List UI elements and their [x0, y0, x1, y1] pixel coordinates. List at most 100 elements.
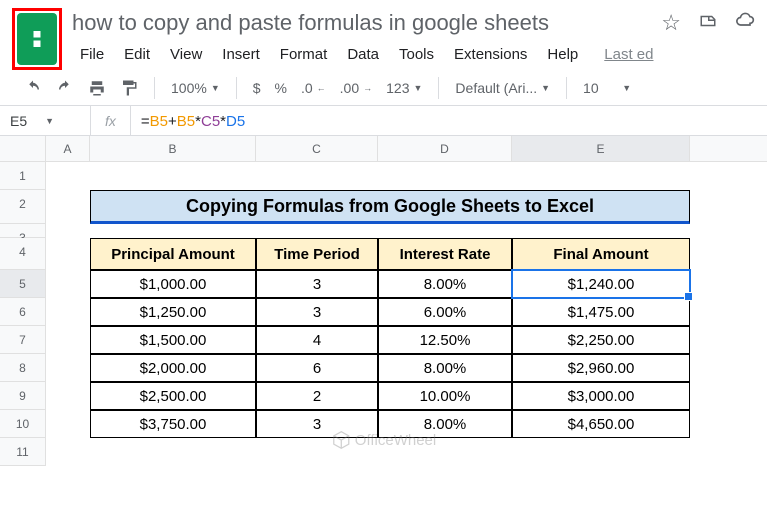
- cell[interactable]: 2: [256, 382, 378, 410]
- cell[interactable]: [512, 438, 690, 466]
- zoom-select[interactable]: 100% ▼: [171, 80, 220, 96]
- cell[interactable]: [90, 438, 256, 466]
- menu-extensions[interactable]: Extensions: [446, 42, 535, 67]
- header-time[interactable]: Time Period: [256, 238, 378, 270]
- cell[interactable]: [46, 326, 90, 354]
- row-header[interactable]: 4: [0, 238, 46, 270]
- cell[interactable]: 8.00%: [378, 270, 512, 298]
- cell[interactable]: [46, 190, 90, 224]
- font-size-select[interactable]: 10 ▼: [583, 80, 631, 96]
- cell[interactable]: 6.00%: [378, 298, 512, 326]
- menu-tools[interactable]: Tools: [391, 42, 442, 67]
- row-header[interactable]: 9: [0, 382, 46, 410]
- row-header[interactable]: 5: [0, 270, 46, 298]
- font-select[interactable]: Default (Ari... ▼: [455, 80, 550, 96]
- redo-icon[interactable]: [56, 79, 74, 97]
- cell[interactable]: [378, 438, 512, 466]
- cell[interactable]: [46, 224, 90, 238]
- cell[interactable]: [46, 354, 90, 382]
- name-box[interactable]: E5▼: [0, 113, 90, 129]
- cell[interactable]: [46, 270, 90, 298]
- selected-cell[interactable]: $1,240.00: [512, 270, 690, 298]
- cell[interactable]: $2,000.00: [90, 354, 256, 382]
- cell[interactable]: [90, 162, 256, 190]
- cell[interactable]: [256, 162, 378, 190]
- cell[interactable]: 3: [256, 410, 378, 438]
- cell[interactable]: $1,250.00: [90, 298, 256, 326]
- undo-icon[interactable]: [24, 79, 42, 97]
- last-edit-link[interactable]: Last ed: [596, 42, 661, 67]
- cell[interactable]: [378, 162, 512, 190]
- formula-input[interactable]: =B5+B5*C5*D5: [131, 112, 255, 130]
- currency-button[interactable]: $: [253, 80, 261, 96]
- cell[interactable]: [46, 238, 90, 270]
- cell[interactable]: 6: [256, 354, 378, 382]
- header-principal[interactable]: Principal Amount: [90, 238, 256, 270]
- cell[interactable]: 4: [256, 326, 378, 354]
- cell[interactable]: 10.00%: [378, 382, 512, 410]
- cell[interactable]: $3,750.00: [90, 410, 256, 438]
- cell[interactable]: $1,500.00: [90, 326, 256, 354]
- menu-insert[interactable]: Insert: [214, 42, 268, 67]
- cell[interactable]: [46, 298, 90, 326]
- row-header[interactable]: 10: [0, 410, 46, 438]
- sheets-logo-icon[interactable]: [17, 13, 57, 65]
- cell[interactable]: [46, 410, 90, 438]
- row-header[interactable]: 2: [0, 190, 46, 224]
- move-icon[interactable]: [699, 10, 717, 36]
- sheet-title-cell[interactable]: Copying Formulas from Google Sheets to E…: [90, 190, 690, 224]
- menu-view[interactable]: View: [162, 42, 210, 67]
- cell[interactable]: 3: [256, 298, 378, 326]
- cell[interactable]: [512, 224, 690, 238]
- fx-label: fx: [90, 106, 131, 135]
- paint-format-icon[interactable]: [120, 79, 138, 97]
- row-header[interactable]: 6: [0, 298, 46, 326]
- cell[interactable]: 3: [256, 270, 378, 298]
- menubar: File Edit View Insert Format Data Tools …: [72, 38, 755, 71]
- header-rate[interactable]: Interest Rate: [378, 238, 512, 270]
- cell[interactable]: [46, 438, 90, 466]
- cell[interactable]: 8.00%: [378, 354, 512, 382]
- cell[interactable]: $4,650.00: [512, 410, 690, 438]
- col-header-d[interactable]: D: [378, 136, 512, 161]
- menu-format[interactable]: Format: [272, 42, 336, 67]
- select-all-corner[interactable]: [0, 136, 46, 161]
- cell[interactable]: $3,000.00: [512, 382, 690, 410]
- print-icon[interactable]: [88, 79, 106, 97]
- cell[interactable]: [46, 162, 90, 190]
- menu-file[interactable]: File: [72, 42, 112, 67]
- row-header[interactable]: 3: [0, 224, 46, 238]
- col-header-a[interactable]: A: [46, 136, 90, 161]
- row-header[interactable]: 11: [0, 438, 46, 466]
- format-select[interactable]: 123 ▼: [386, 80, 422, 96]
- cloud-status-icon[interactable]: [735, 10, 755, 36]
- cell[interactable]: [378, 224, 512, 238]
- cell[interactable]: $1,000.00: [90, 270, 256, 298]
- cell[interactable]: $2,250.00: [512, 326, 690, 354]
- menu-help[interactable]: Help: [539, 42, 586, 67]
- cell[interactable]: $1,475.00: [512, 298, 690, 326]
- cell[interactable]: [256, 224, 378, 238]
- col-header-b[interactable]: B: [90, 136, 256, 161]
- cell[interactable]: [512, 162, 690, 190]
- increase-decimal-button[interactable]: .00→: [340, 80, 372, 96]
- cell[interactable]: 12.50%: [378, 326, 512, 354]
- star-icon[interactable]: ☆: [661, 10, 681, 36]
- col-header-e[interactable]: E: [512, 136, 690, 161]
- menu-edit[interactable]: Edit: [116, 42, 158, 67]
- menu-data[interactable]: Data: [339, 42, 387, 67]
- cell[interactable]: $2,960.00: [512, 354, 690, 382]
- cell[interactable]: $2,500.00: [90, 382, 256, 410]
- decrease-decimal-button[interactable]: .0←: [301, 80, 326, 96]
- doc-title[interactable]: how to copy and paste formulas in google…: [72, 10, 549, 36]
- header-final[interactable]: Final Amount: [512, 238, 690, 270]
- cell[interactable]: [90, 224, 256, 238]
- row-header[interactable]: 7: [0, 326, 46, 354]
- col-header-c[interactable]: C: [256, 136, 378, 161]
- cell[interactable]: [256, 438, 378, 466]
- cell[interactable]: [46, 382, 90, 410]
- row-header[interactable]: 1: [0, 162, 46, 190]
- percent-button[interactable]: %: [275, 80, 287, 96]
- row-header[interactable]: 8: [0, 354, 46, 382]
- cell[interactable]: 8.00%: [378, 410, 512, 438]
